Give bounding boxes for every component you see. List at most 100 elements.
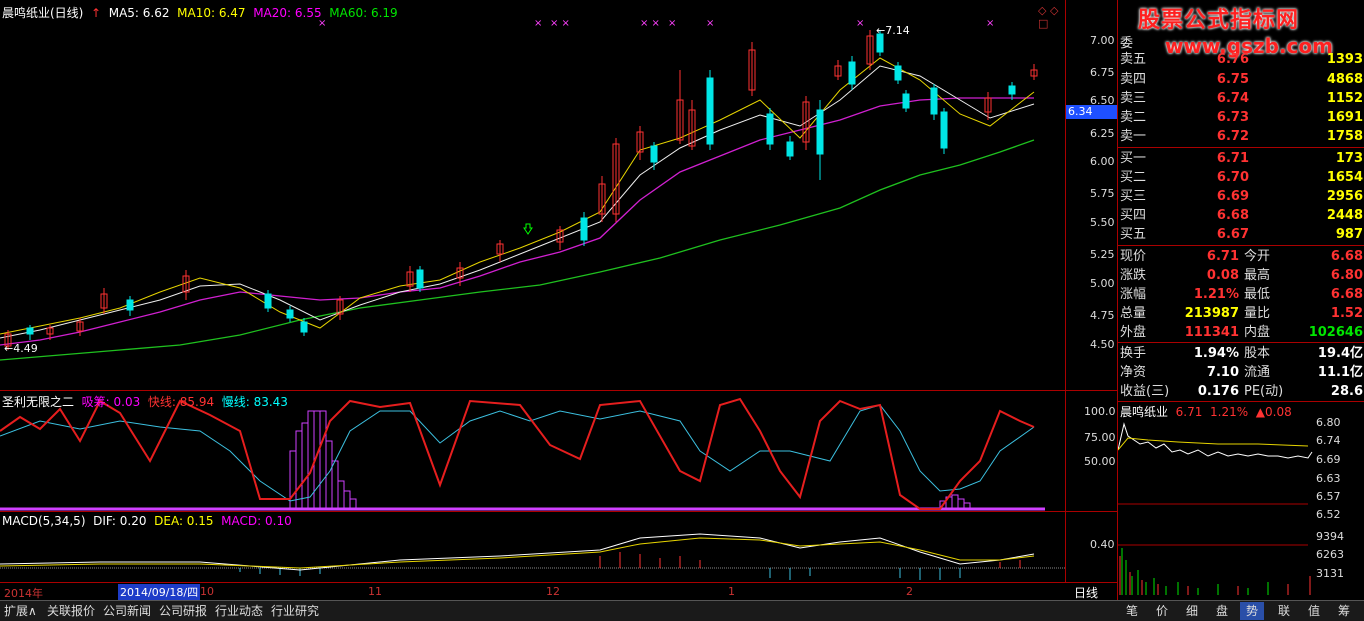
year-label: 2014年 (4, 587, 43, 600)
tab-chou[interactable]: 筹 (1338, 602, 1350, 620)
kuaixian-label: 快线: 85.94 (147, 395, 215, 409)
y-tick: 6.25 (1090, 127, 1115, 140)
intraday-y-tick: 6.69 (1316, 453, 1341, 466)
svg-text:×: × (986, 18, 994, 29)
manxian-label: 慢线: 83.43 (221, 395, 288, 409)
tab-bi[interactable]: 笔 (1126, 602, 1138, 620)
kline-panel[interactable]: × × × × × × × × × × 晨鸣纸业(日线) ↑ MA5: 6.62… (0, 0, 1065, 390)
intraday-y-tick: 6.63 (1316, 472, 1341, 485)
ma10-label: MA10: 6.47 (177, 6, 246, 20)
y-tick: 50.00 (1084, 455, 1116, 468)
panel-controls[interactable]: ◇ ◇ □ (1038, 4, 1065, 30)
tab-company-research[interactable]: 公司研报 (159, 602, 207, 620)
quote-row-price: 现价 6.71 今开 6.68 (1120, 249, 1363, 264)
dea-label: DEA: 0.15 (154, 514, 214, 528)
intraday-y-tick: 6.57 (1316, 490, 1341, 503)
month-label: 11 (368, 585, 382, 598)
tab-pan[interactable]: 盘 (1216, 602, 1228, 620)
y-tick: 4.50 (1090, 338, 1115, 351)
kline-chart: × × × × × × × × × × (0, 18, 1038, 361)
xichou-label: 吸筹: 0.03 (81, 395, 141, 409)
macd-name: MACD(5,34,5) (2, 514, 86, 528)
y-tick: 5.50 (1090, 216, 1115, 229)
fund-row-netasset: 净资 7.10 流通 11.1亿 (1120, 365, 1363, 380)
buy-row-4[interactable]: 买四 6.68 2448 (1118, 206, 1364, 225)
indicator-name: 圣利无限之二 (2, 395, 75, 409)
month-label: 2 (906, 585, 913, 598)
quote-row-volume: 总量 213987 量比 1.52 (1120, 306, 1363, 321)
sell-row-2[interactable]: 卖二 6.73 1691 (1118, 108, 1364, 127)
current-price-tag: 6.34 (1066, 105, 1118, 119)
tab-industry-research[interactable]: 行业研究 (271, 602, 319, 620)
month-label: 12 (546, 585, 560, 598)
cursor-date: 2014/09/18/四 (118, 584, 201, 600)
period-button[interactable]: 日线 (1074, 584, 1098, 601)
intraday-vol-tick: 6263 (1316, 548, 1344, 561)
svg-text:×: × (706, 18, 714, 29)
order-header: 委 (1120, 36, 1134, 51)
macd-y-axis: 0.40 (1065, 512, 1118, 582)
bottom-tab-bar: 扩展∧ 关联报价 公司新闻 公司研报 行业动态 行业研究 笔 价 细 盘 势 联… (0, 600, 1364, 621)
y-tick: 100.0 (1084, 405, 1116, 418)
intraday-y-tick: 6.80 (1316, 416, 1341, 429)
tab-xi[interactable]: 细 (1186, 602, 1198, 620)
intraday-y-tick: 6.74 (1316, 434, 1341, 447)
sell-row-5[interactable]: 卖五 6.76 1393 (1118, 50, 1364, 69)
y-tick: 5.00 (1090, 277, 1115, 290)
y-tick: 75.00 (1084, 431, 1116, 444)
buy-row-3[interactable]: 买三 6.69 2956 (1118, 187, 1364, 206)
time-axis: 2014年 2014/09/18/四 10 11 12 1 2 日线 (0, 583, 1117, 600)
quote-row-outer: 外盘 111341 内盘 102646 (1120, 325, 1363, 340)
macd-panel[interactable]: MACD(5,34,5) DIF: 0.20 DEA: 0.15 MACD: 0… (0, 512, 1065, 582)
y-tick: 4.75 (1090, 309, 1115, 322)
sell-row-4[interactable]: 卖四 6.75 4868 (1118, 70, 1364, 89)
fund-row-turnover: 换手 1.94% 股本 19.4亿 (1120, 346, 1363, 361)
y-tick: 5.25 (1090, 248, 1115, 261)
up-arrow-icon: ↑ (87, 6, 105, 20)
quote-panel: 股票公式指标网 www.gszb.com 委 卖五 6.76 1393 卖四 6.75… (1117, 0, 1364, 600)
tab-lian[interactable]: 联 (1278, 602, 1290, 620)
main-y-axis: 7.00 6.75 6.50 6.25 6.00 5.75 5.50 5.25 … (1065, 0, 1118, 390)
intraday-vol-tick: 9394 (1316, 530, 1344, 543)
buy-row-5[interactable]: 买五 6.67 987 (1118, 225, 1364, 244)
y-tick: 7.00 (1090, 34, 1115, 47)
indicator-y-axis: 100.0 75.00 50.00 (1065, 391, 1118, 511)
y-tick: 6.75 (1090, 66, 1115, 79)
svg-text:× ×: × × (640, 18, 660, 29)
svg-text:×: × (856, 18, 864, 29)
intraday-chart[interactable]: 6.80 6.74 6.69 6.63 6.57 6.52 9394 6263 … (1118, 416, 1364, 600)
y-tick: 5.75 (1090, 187, 1115, 200)
watermark: 股票公式指标网 www.gszb.com (1138, 8, 1333, 58)
macd-label: MACD: 0.10 (221, 514, 292, 528)
buy-row-1[interactable]: 买一 6.71 173 (1118, 149, 1364, 168)
intraday-vol-tick: 3131 (1316, 567, 1344, 580)
ma60-label: MA60: 6.19 (329, 6, 398, 20)
sell-row-1[interactable]: 卖一 6.72 1758 (1118, 127, 1364, 146)
tab-shi-active[interactable]: 势 (1240, 602, 1265, 620)
tab-expand[interactable]: 扩展∧ (4, 602, 37, 620)
y-tick: 0.40 (1090, 538, 1115, 551)
svg-text:×: × (668, 18, 676, 29)
tab-zhi[interactable]: 值 (1308, 602, 1320, 620)
low-label: ←4.49 (4, 342, 38, 355)
tab-jia[interactable]: 价 (1156, 602, 1168, 620)
tab-related-quotes[interactable]: 关联报价 (47, 602, 95, 620)
tab-company-news[interactable]: 公司新闻 (103, 602, 151, 620)
buy-row-2[interactable]: 买二 6.70 1654 (1118, 168, 1364, 187)
svg-text:×: × (534, 18, 542, 29)
ma20-label: MA20: 6.55 (253, 6, 322, 20)
sell-row-3[interactable]: 卖三 6.74 1152 (1118, 89, 1364, 108)
quote-row-change: 涨跌 0.08 最高 6.80 (1120, 268, 1363, 283)
indicator-panel[interactable]: 圣利无限之二 吸筹: 0.03 快线: 85.94 慢线: 83.43 (0, 391, 1065, 511)
svg-text:× ×: × × (550, 18, 570, 29)
fund-row-eps: 收益(三) 0.176 PE(动) 28.6 (1120, 384, 1363, 399)
ma5-label: MA5: 6.62 (108, 6, 170, 20)
tab-industry-news[interactable]: 行业动态 (215, 602, 263, 620)
intraday-y-tick: 6.52 (1316, 508, 1341, 521)
intraday-header: 晨鸣纸业 6.71 1.21% ▲0.08 (1120, 405, 1292, 419)
month-label: 10 (200, 585, 214, 598)
dif-label: DIF: 0.20 (93, 514, 147, 528)
month-label: 1 (728, 585, 735, 598)
y-tick: 6.00 (1090, 155, 1115, 168)
stock-title: 晨鸣纸业(日线) (2, 6, 84, 20)
